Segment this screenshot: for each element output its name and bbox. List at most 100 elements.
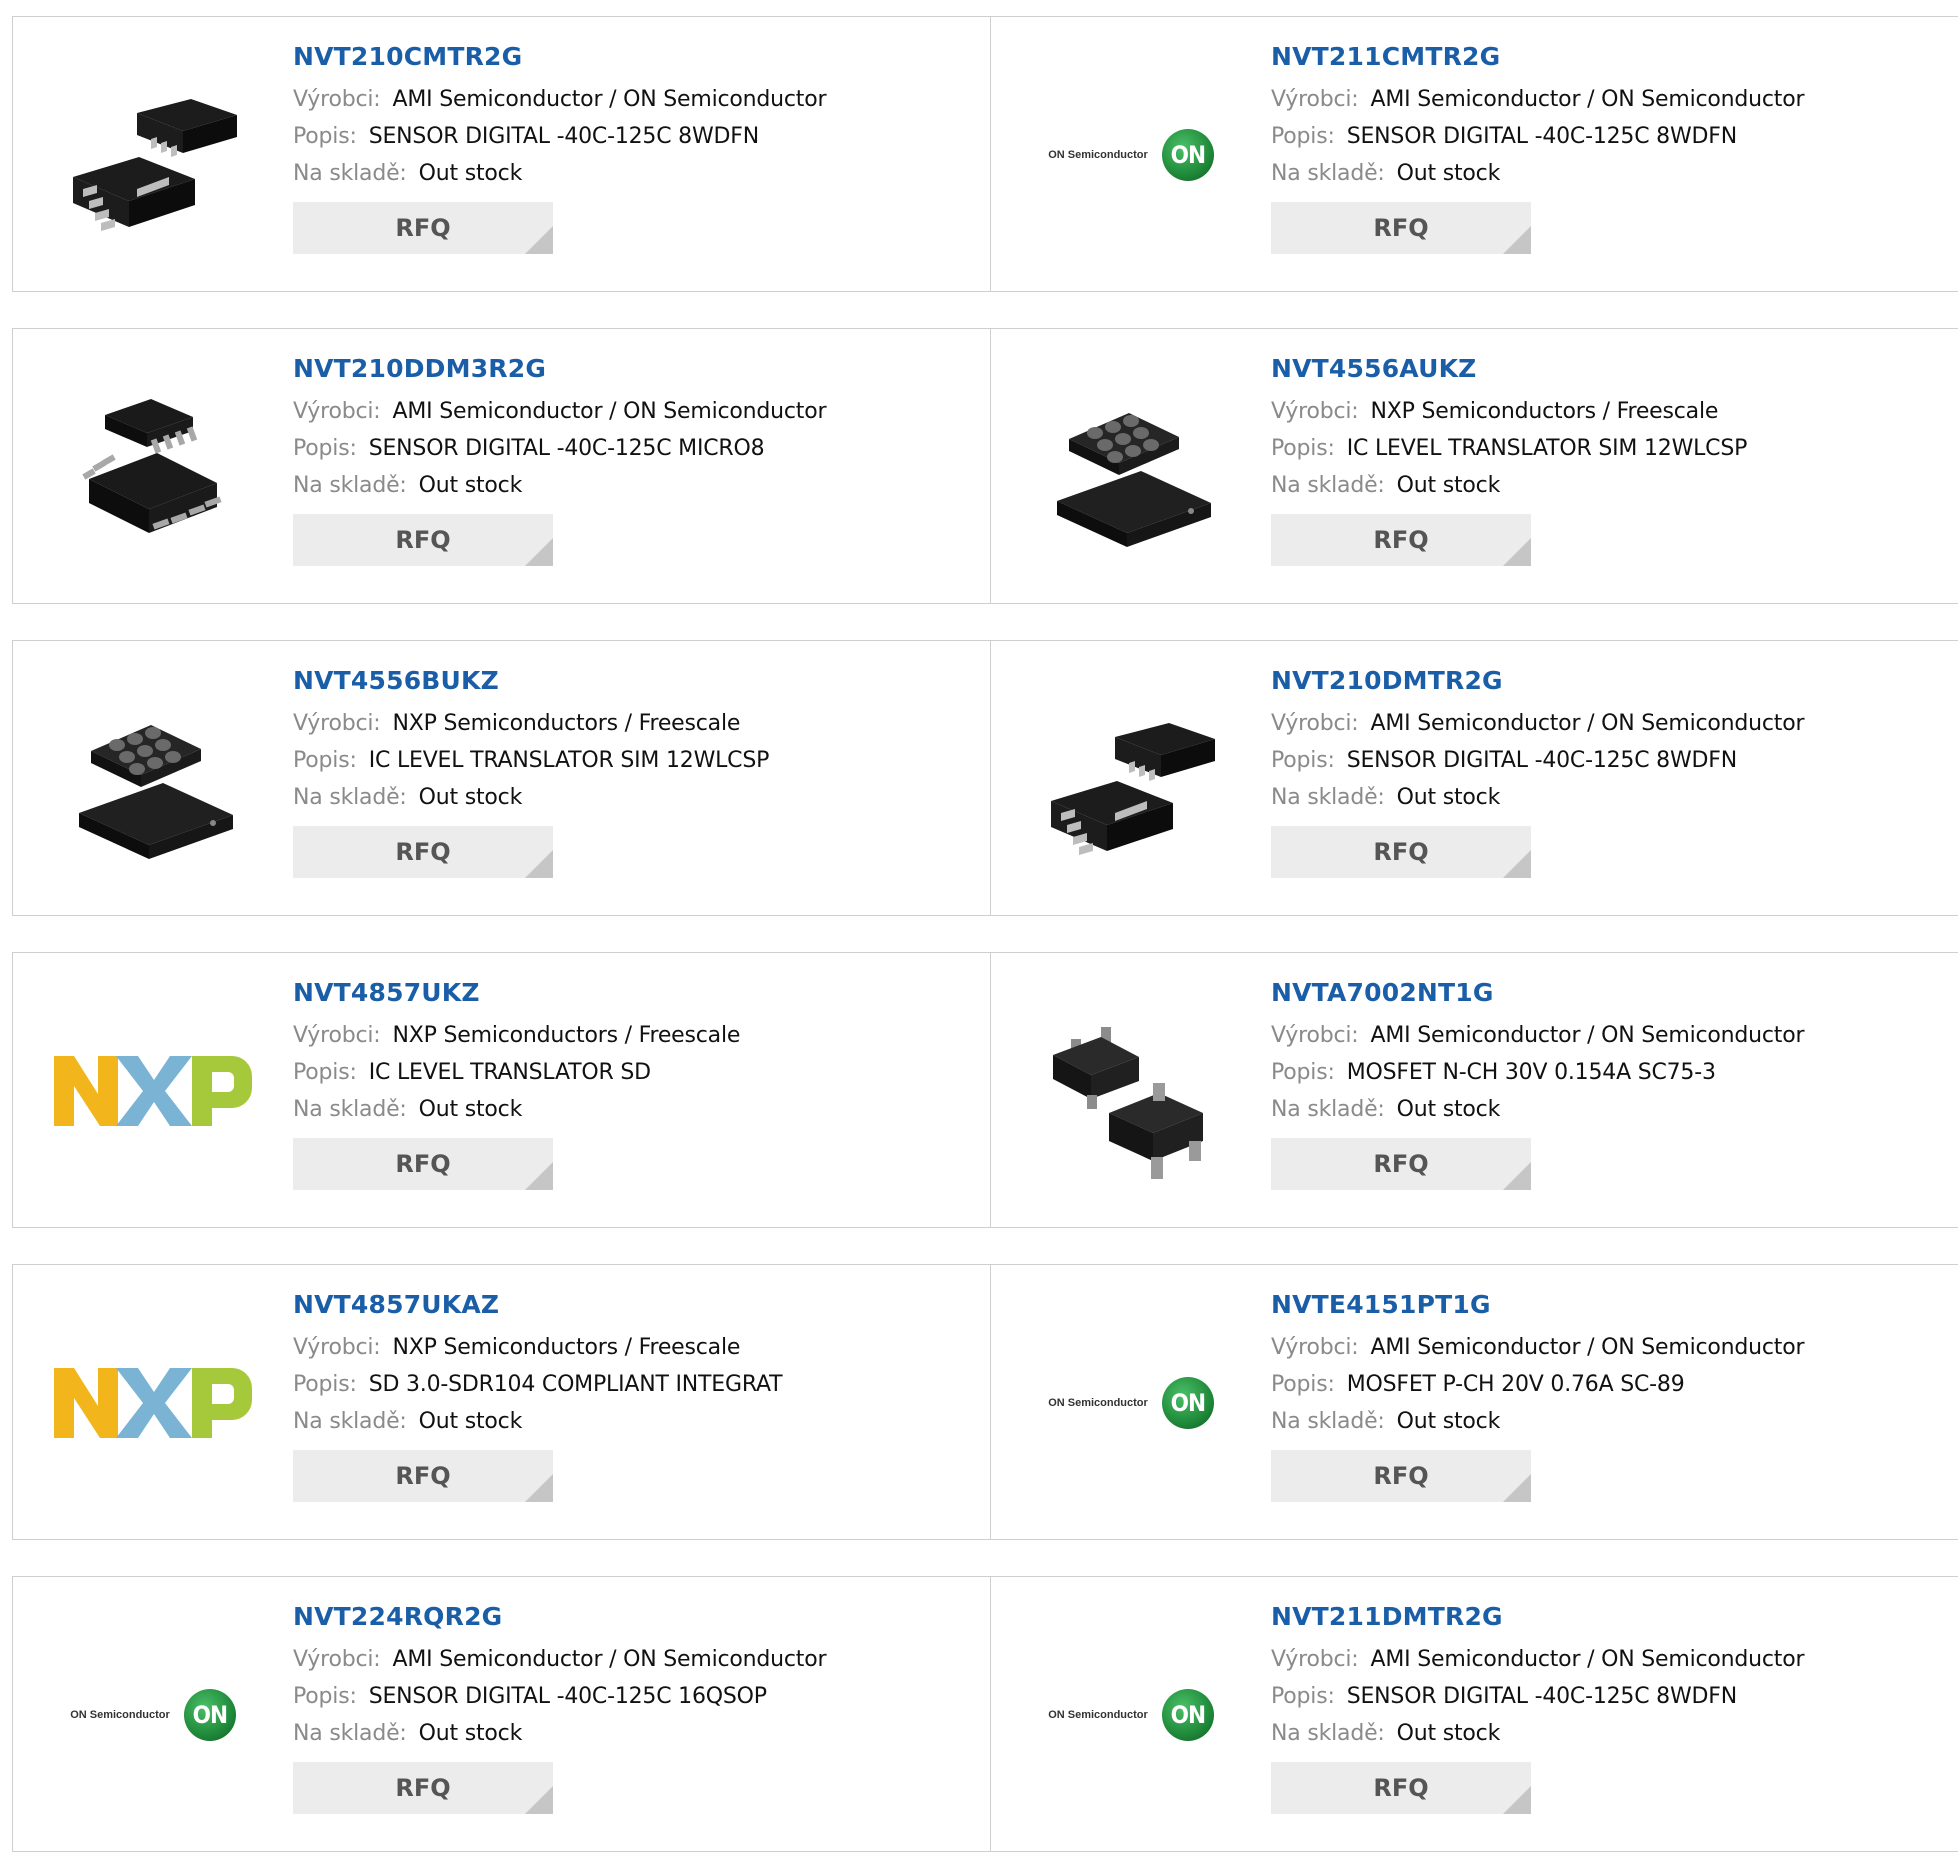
rfq-button[interactable]: RFQ: [1271, 202, 1531, 254]
description-row: Popis: IC LEVEL TRANSLATOR SIM 12WLCSP: [1271, 430, 1747, 467]
product-grid: NVT210CMTR2G Výrobci: AMI Semiconductor /…: [0, 0, 1958, 1852]
stock-label: Na skladě:: [293, 161, 407, 186]
description-label: Popis:: [293, 1060, 357, 1085]
rfq-button[interactable]: RFQ: [1271, 514, 1531, 566]
description-value: SENSOR DIGITAL -40C-125C 16QSOP: [368, 1684, 767, 1709]
stock-label: Na skladě:: [293, 1097, 407, 1122]
stock-value: Out stock: [418, 161, 523, 186]
manufacturer-row: Výrobci: AMI Semiconductor / ON Semicondu…: [1271, 81, 1805, 118]
manufacturer-row: Výrobci: AMI Semiconductor / ON Semicondu…: [1271, 705, 1805, 742]
rfq-button[interactable]: RFQ: [1271, 1138, 1531, 1190]
chip-wlcsp-icon: [1031, 367, 1231, 567]
manufacturer-label: Výrobci:: [293, 1335, 381, 1360]
on-semiconductor-text: ON Semiconductor: [1048, 1709, 1148, 1721]
rfq-button[interactable]: RFQ: [293, 826, 553, 878]
chip-wlcsp-icon: [53, 679, 253, 879]
product-info: NVT224RQR2G Výrobci: AMI Semiconductor / …: [293, 1599, 827, 1814]
product-name-link[interactable]: NVT4857UKAZ: [293, 1287, 782, 1323]
product-image[interactable]: [1031, 367, 1231, 567]
rfq-corner-decoration: [1503, 1786, 1531, 1814]
rfq-button[interactable]: RFQ: [293, 1450, 553, 1502]
manufacturer-value: NXP Semiconductors / Freescale: [392, 711, 741, 736]
stock-row: Na skladě: Out stock: [1271, 155, 1804, 192]
product-name-link[interactable]: NVTE4151PT1G: [1271, 1287, 1804, 1323]
rfq-corner-decoration: [525, 226, 553, 254]
product-name-link[interactable]: NVT4857UKZ: [293, 975, 740, 1011]
manufacturer-value: NXP Semiconductors / Freescale: [392, 1023, 741, 1048]
rfq-button[interactable]: RFQ: [293, 1138, 553, 1190]
product-image[interactable]: [53, 1303, 253, 1503]
product-info: NVTA7002NT1G Výrobci: AMI Semiconductor /…: [1271, 975, 1805, 1190]
description-row: Popis: MOSFET P-CH 20V 0.76A SC-89: [1271, 1366, 1804, 1403]
product-image[interactable]: [1031, 679, 1231, 879]
product-image[interactable]: ON Semiconductor ON: [1031, 1303, 1231, 1503]
product-name-link[interactable]: NVT224RQR2G: [293, 1599, 826, 1635]
product-image[interactable]: ON Semiconductor ON: [1031, 55, 1231, 255]
product-name-link[interactable]: NVT210DDM3R2G: [293, 351, 826, 387]
product-name-link[interactable]: NVT211CMTR2G: [1271, 39, 1804, 75]
rfq-label: RFQ: [395, 526, 451, 554]
manufacturer-value: AMI Semiconductor / ON Semiconductor: [392, 1647, 827, 1672]
stock-label: Na skladě:: [293, 1409, 407, 1434]
product-info: NVT4857UKAZ Výrobci: NXP Semiconductors /…: [293, 1287, 783, 1502]
description-row: Popis: SENSOR DIGITAL -40C-125C 8WDFN: [1271, 742, 1804, 779]
on-semiconductor-logo: ON Semiconductor ON: [1048, 1689, 1214, 1741]
stock-row: Na skladě: Out stock: [1271, 1403, 1804, 1440]
stock-row: Na skladě: Out stock: [293, 155, 826, 192]
manufacturer-row: Výrobci: AMI Semiconductor / ON Semicondu…: [1271, 1017, 1805, 1054]
product-name-link[interactable]: NVT4556AUKZ: [1271, 351, 1747, 387]
stock-label: Na skladě:: [293, 473, 407, 498]
product-image[interactable]: [53, 55, 253, 255]
rfq-button[interactable]: RFQ: [293, 202, 553, 254]
stock-value: Out stock: [418, 1097, 523, 1122]
nxp-logo: [54, 1056, 252, 1126]
chip-dfn-icon: [53, 55, 253, 255]
manufacturer-value: AMI Semiconductor / ON Semiconductor: [1370, 1647, 1805, 1672]
manufacturer-row: Výrobci: NXP Semiconductors / Freescale: [1271, 393, 1747, 430]
manufacturer-row: Výrobci: AMI Semiconductor / ON Semicondu…: [293, 81, 827, 118]
stock-value: Out stock: [1396, 1409, 1501, 1434]
rfq-button[interactable]: RFQ: [1271, 1762, 1531, 1814]
manufacturer-value: AMI Semiconductor / ON Semiconductor: [392, 87, 827, 112]
product-info: NVTE4151PT1G Výrobci: AMI Semiconductor /…: [1271, 1287, 1805, 1502]
product-image[interactable]: [1031, 991, 1231, 1191]
description-label: Popis:: [1271, 748, 1335, 773]
description-value: SENSOR DIGITAL -40C-125C 8WDFN: [368, 124, 759, 149]
product-card: ON Semiconductor ON NVT211DMTR2G Výrobci…: [990, 1576, 1958, 1852]
stock-row: Na skladě: Out stock: [293, 1091, 740, 1128]
product-info: NVT211CMTR2G Výrobci: AMI Semiconductor /…: [1271, 39, 1805, 254]
product-info: NVT211DMTR2G Výrobci: AMI Semiconductor /…: [1271, 1599, 1805, 1814]
manufacturer-label: Výrobci:: [293, 711, 381, 736]
description-value: IC LEVEL TRANSLATOR SD: [368, 1060, 651, 1085]
product-image[interactable]: [53, 367, 253, 567]
on-semiconductor-text: ON Semiconductor: [1048, 149, 1148, 161]
description-label: Popis:: [293, 1372, 357, 1397]
product-name-link[interactable]: NVT4556BUKZ: [293, 663, 769, 699]
rfq-button[interactable]: RFQ: [293, 514, 553, 566]
product-name-link[interactable]: NVT210DMTR2G: [1271, 663, 1804, 699]
rfq-button[interactable]: RFQ: [293, 1762, 553, 1814]
product-name-link[interactable]: NVTA7002NT1G: [1271, 975, 1804, 1011]
product-name-link[interactable]: NVT211DMTR2G: [1271, 1599, 1804, 1635]
product-info: NVT4857UKZ Výrobci: NXP Semiconductors / …: [293, 975, 740, 1190]
description-label: Popis:: [1271, 1372, 1335, 1397]
product-image[interactable]: ON Semiconductor ON: [1031, 1615, 1231, 1815]
product-card: NVTA7002NT1G Výrobci: AMI Semiconductor /…: [990, 952, 1958, 1228]
rfq-label: RFQ: [395, 1150, 451, 1178]
description-row: Popis: SENSOR DIGITAL -40C-125C 8WDFN: [1271, 118, 1804, 155]
rfq-button[interactable]: RFQ: [1271, 1450, 1531, 1502]
description-row: Popis: SENSOR DIGITAL -40C-125C MICRO8: [293, 430, 826, 467]
stock-value: Out stock: [418, 1721, 523, 1746]
product-info: NVT210DDM3R2G Výrobci: AMI Semiconductor …: [293, 351, 827, 566]
rfq-button[interactable]: RFQ: [1271, 826, 1531, 878]
product-image[interactable]: ON Semiconductor ON: [53, 1615, 253, 1815]
manufacturer-row: Výrobci: NXP Semiconductors / Freescale: [293, 705, 769, 742]
product-card: NVT210CMTR2G Výrobci: AMI Semiconductor /…: [12, 16, 991, 292]
product-image[interactable]: [53, 991, 253, 1191]
rfq-label: RFQ: [395, 1774, 451, 1802]
product-name-link[interactable]: NVT210CMTR2G: [293, 39, 826, 75]
stock-row: Na skladě: Out stock: [293, 779, 769, 816]
product-image[interactable]: [53, 679, 253, 879]
description-row: Popis: IC LEVEL TRANSLATOR SIM 12WLCSP: [293, 742, 769, 779]
manufacturer-value: AMI Semiconductor / ON Semiconductor: [392, 399, 827, 424]
